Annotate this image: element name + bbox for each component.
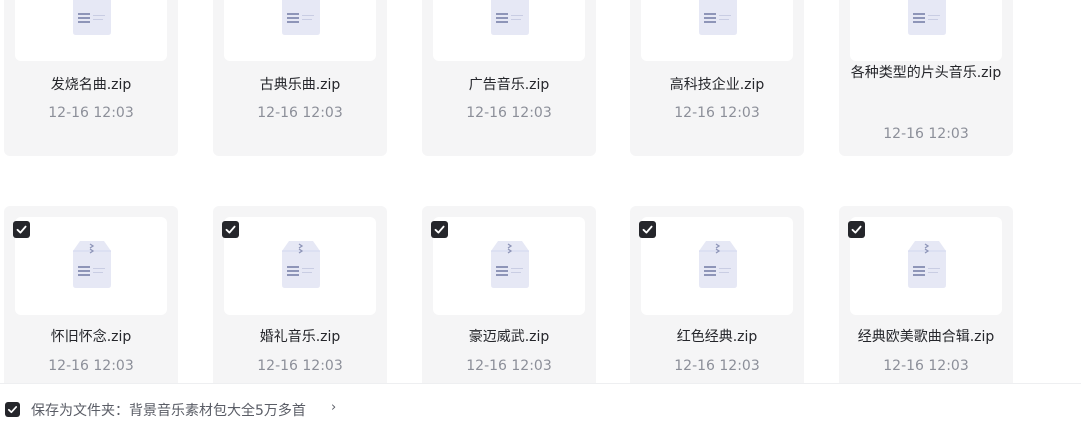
zip-file-icon — [491, 0, 529, 35]
select-checkbox[interactable] — [13, 221, 30, 238]
save-as-folder-label[interactable]: 保存为文件夹：背景音乐素材包大全5万多首 — [31, 400, 306, 420]
select-checkbox[interactable] — [639, 221, 656, 238]
check-icon — [434, 225, 445, 234]
file-date: 12-16 12:03 — [883, 126, 969, 142]
chevron-right-icon[interactable]: › — [331, 400, 336, 415]
zip-file-icon — [282, 241, 320, 288]
file-name: 红色经典.zip — [676, 329, 758, 345]
zip-file-icon — [908, 0, 946, 35]
file-card[interactable]: 怀旧怀念.zip 12-16 12:03 — [4, 206, 178, 383]
zip-file-icon — [282, 0, 320, 35]
file-grid: 发烧名曲.zip 12-16 12:03 古典乐曲.zip 12-16 12:0… — [0, 0, 1081, 383]
file-thumbnail — [433, 217, 585, 315]
select-checkbox[interactable] — [222, 221, 239, 238]
select-checkbox[interactable] — [848, 221, 865, 238]
file-name: 广告音乐.zip — [468, 77, 550, 93]
file-date: 12-16 12:03 — [674, 105, 760, 121]
file-name: 古典乐曲.zip — [259, 77, 341, 93]
file-thumbnail — [641, 0, 793, 61]
file-card[interactable]: 高科技企业.zip 12-16 12:03 — [630, 0, 804, 156]
file-card[interactable]: 经典欧美歌曲合辑.zip 12-16 12:03 — [839, 206, 1013, 383]
zip-file-icon — [699, 241, 737, 288]
file-date: 12-16 12:03 — [48, 358, 134, 374]
zip-file-icon — [491, 241, 529, 288]
file-thumbnail — [433, 0, 585, 61]
check-icon — [225, 225, 236, 234]
file-thumbnail — [224, 0, 376, 61]
file-thumbnail — [15, 0, 167, 61]
file-name: 各种类型的片头音乐.zip — [850, 65, 1002, 81]
save-as-folder-bar: 保存为文件夹：背景音乐素材包大全5万多首 › — [0, 383, 1081, 422]
file-name: 婚礼音乐.zip — [259, 329, 341, 345]
file-date: 12-16 12:03 — [466, 358, 552, 374]
file-thumbnail — [15, 217, 167, 315]
zip-file-icon — [908, 241, 946, 288]
file-date: 12-16 12:03 — [466, 105, 552, 121]
zip-file-icon — [73, 0, 111, 35]
file-date: 12-16 12:03 — [48, 105, 134, 121]
file-card[interactable]: 古典乐曲.zip 12-16 12:03 — [213, 0, 387, 156]
select-checkbox[interactable] — [431, 221, 448, 238]
check-icon — [16, 225, 27, 234]
file-card[interactable]: 发烧名曲.zip 12-16 12:03 — [4, 0, 178, 156]
file-card[interactable]: 各种类型的片头音乐.zip 12-16 12:03 — [839, 0, 1013, 156]
file-date: 12-16 12:03 — [883, 358, 969, 374]
file-date: 12-16 12:03 — [674, 358, 760, 374]
file-date: 12-16 12:03 — [257, 358, 343, 374]
file-card[interactable]: 红色经典.zip 12-16 12:03 — [630, 206, 804, 383]
file-name: 发烧名曲.zip — [50, 77, 132, 93]
file-card[interactable]: 婚礼音乐.zip 12-16 12:03 — [213, 206, 387, 383]
check-icon — [7, 406, 18, 414]
file-card[interactable]: 豪迈威武.zip 12-16 12:03 — [422, 206, 596, 383]
file-card[interactable]: 广告音乐.zip 12-16 12:03 — [422, 0, 596, 156]
zip-file-icon — [73, 241, 111, 288]
file-name: 经典欧美歌曲合辑.zip — [857, 329, 995, 345]
file-name: 高科技企业.zip — [669, 77, 765, 93]
file-name: 怀旧怀念.zip — [50, 329, 132, 345]
check-icon — [642, 225, 653, 234]
file-thumbnail — [224, 217, 376, 315]
file-thumbnail — [850, 0, 1002, 61]
zip-file-icon — [699, 0, 737, 35]
file-thumbnail — [850, 217, 1002, 315]
save-as-folder-checkbox[interactable] — [5, 402, 20, 417]
file-name: 豪迈威武.zip — [468, 329, 550, 345]
file-date: 12-16 12:03 — [257, 105, 343, 121]
check-icon — [851, 225, 862, 234]
file-thumbnail — [641, 217, 793, 315]
